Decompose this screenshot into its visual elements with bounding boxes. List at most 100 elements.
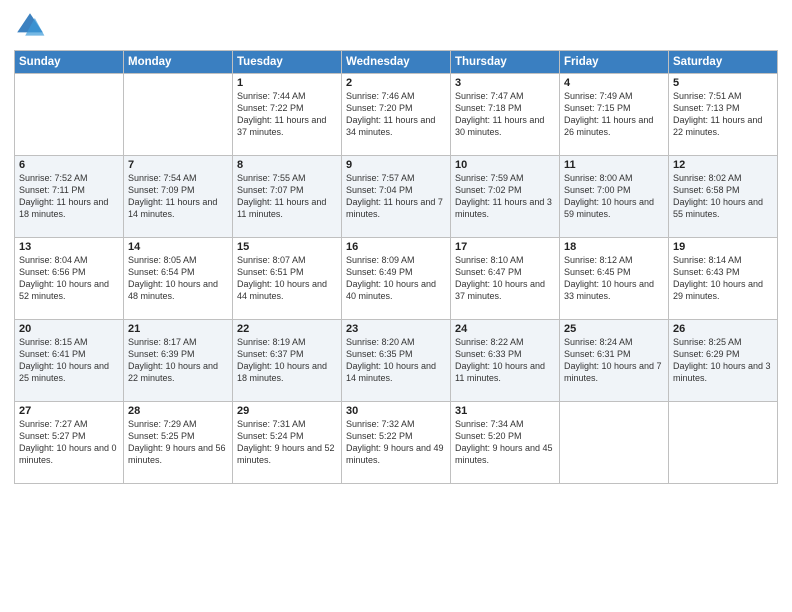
calendar-cell: 2Sunrise: 7:46 AMSunset: 7:20 PMDaylight…	[342, 74, 451, 156]
calendar-week-row: 27Sunrise: 7:27 AMSunset: 5:27 PMDayligh…	[15, 402, 778, 484]
calendar-cell: 4Sunrise: 7:49 AMSunset: 7:15 PMDaylight…	[560, 74, 669, 156]
calendar-cell: 18Sunrise: 8:12 AMSunset: 6:45 PMDayligh…	[560, 238, 669, 320]
calendar-header-row: SundayMondayTuesdayWednesdayThursdayFrid…	[15, 51, 778, 74]
calendar-cell: 21Sunrise: 8:17 AMSunset: 6:39 PMDayligh…	[124, 320, 233, 402]
day-info: Sunrise: 8:24 AMSunset: 6:31 PMDaylight:…	[564, 336, 664, 385]
day-info: Sunrise: 7:52 AMSunset: 7:11 PMDaylight:…	[19, 172, 119, 221]
calendar-cell: 3Sunrise: 7:47 AMSunset: 7:18 PMDaylight…	[451, 74, 560, 156]
calendar-cell: 5Sunrise: 7:51 AMSunset: 7:13 PMDaylight…	[669, 74, 778, 156]
weekday-header: Wednesday	[342, 51, 451, 74]
day-number: 24	[455, 323, 555, 335]
day-number: 6	[19, 159, 119, 171]
calendar-cell: 27Sunrise: 7:27 AMSunset: 5:27 PMDayligh…	[15, 402, 124, 484]
calendar-table: SundayMondayTuesdayWednesdayThursdayFrid…	[14, 50, 778, 484]
day-info: Sunrise: 8:25 AMSunset: 6:29 PMDaylight:…	[673, 336, 773, 385]
day-number: 20	[19, 323, 119, 335]
day-info: Sunrise: 7:32 AMSunset: 5:22 PMDaylight:…	[346, 418, 446, 467]
day-number: 18	[564, 241, 664, 253]
day-info: Sunrise: 7:29 AMSunset: 5:25 PMDaylight:…	[128, 418, 228, 467]
calendar-cell	[15, 74, 124, 156]
day-info: Sunrise: 7:31 AMSunset: 5:24 PMDaylight:…	[237, 418, 337, 467]
day-info: Sunrise: 8:07 AMSunset: 6:51 PMDaylight:…	[237, 254, 337, 303]
day-number: 30	[346, 405, 446, 417]
calendar-week-row: 20Sunrise: 8:15 AMSunset: 6:41 PMDayligh…	[15, 320, 778, 402]
day-number: 27	[19, 405, 119, 417]
calendar-cell	[124, 74, 233, 156]
day-number: 13	[19, 241, 119, 253]
calendar-cell: 23Sunrise: 8:20 AMSunset: 6:35 PMDayligh…	[342, 320, 451, 402]
day-info: Sunrise: 8:15 AMSunset: 6:41 PMDaylight:…	[19, 336, 119, 385]
weekday-header: Friday	[560, 51, 669, 74]
calendar-cell: 12Sunrise: 8:02 AMSunset: 6:58 PMDayligh…	[669, 156, 778, 238]
calendar-cell: 25Sunrise: 8:24 AMSunset: 6:31 PMDayligh…	[560, 320, 669, 402]
calendar-cell: 20Sunrise: 8:15 AMSunset: 6:41 PMDayligh…	[15, 320, 124, 402]
day-number: 10	[455, 159, 555, 171]
calendar-cell: 14Sunrise: 8:05 AMSunset: 6:54 PMDayligh…	[124, 238, 233, 320]
logo-icon	[14, 10, 46, 42]
weekday-header: Tuesday	[233, 51, 342, 74]
day-number: 19	[673, 241, 773, 253]
day-info: Sunrise: 8:22 AMSunset: 6:33 PMDaylight:…	[455, 336, 555, 385]
day-number: 28	[128, 405, 228, 417]
day-number: 3	[455, 77, 555, 89]
day-info: Sunrise: 7:57 AMSunset: 7:04 PMDaylight:…	[346, 172, 446, 221]
day-info: Sunrise: 8:04 AMSunset: 6:56 PMDaylight:…	[19, 254, 119, 303]
day-info: Sunrise: 8:20 AMSunset: 6:35 PMDaylight:…	[346, 336, 446, 385]
calendar-cell: 9Sunrise: 7:57 AMSunset: 7:04 PMDaylight…	[342, 156, 451, 238]
calendar-cell: 26Sunrise: 8:25 AMSunset: 6:29 PMDayligh…	[669, 320, 778, 402]
calendar-cell: 10Sunrise: 7:59 AMSunset: 7:02 PMDayligh…	[451, 156, 560, 238]
calendar-cell: 7Sunrise: 7:54 AMSunset: 7:09 PMDaylight…	[124, 156, 233, 238]
day-info: Sunrise: 7:46 AMSunset: 7:20 PMDaylight:…	[346, 90, 446, 139]
day-number: 25	[564, 323, 664, 335]
calendar-cell: 8Sunrise: 7:55 AMSunset: 7:07 PMDaylight…	[233, 156, 342, 238]
calendar-cell: 19Sunrise: 8:14 AMSunset: 6:43 PMDayligh…	[669, 238, 778, 320]
day-number: 16	[346, 241, 446, 253]
day-number: 21	[128, 323, 228, 335]
day-number: 9	[346, 159, 446, 171]
day-info: Sunrise: 7:44 AMSunset: 7:22 PMDaylight:…	[237, 90, 337, 139]
calendar-cell: 15Sunrise: 8:07 AMSunset: 6:51 PMDayligh…	[233, 238, 342, 320]
day-info: Sunrise: 8:12 AMSunset: 6:45 PMDaylight:…	[564, 254, 664, 303]
calendar-cell: 31Sunrise: 7:34 AMSunset: 5:20 PMDayligh…	[451, 402, 560, 484]
weekday-header: Sunday	[15, 51, 124, 74]
calendar-cell: 11Sunrise: 8:00 AMSunset: 7:00 PMDayligh…	[560, 156, 669, 238]
day-number: 1	[237, 77, 337, 89]
weekday-header: Thursday	[451, 51, 560, 74]
day-number: 4	[564, 77, 664, 89]
day-info: Sunrise: 7:47 AMSunset: 7:18 PMDaylight:…	[455, 90, 555, 139]
day-info: Sunrise: 7:59 AMSunset: 7:02 PMDaylight:…	[455, 172, 555, 221]
day-info: Sunrise: 8:05 AMSunset: 6:54 PMDaylight:…	[128, 254, 228, 303]
day-number: 17	[455, 241, 555, 253]
day-info: Sunrise: 8:00 AMSunset: 7:00 PMDaylight:…	[564, 172, 664, 221]
day-info: Sunrise: 8:02 AMSunset: 6:58 PMDaylight:…	[673, 172, 773, 221]
day-info: Sunrise: 8:19 AMSunset: 6:37 PMDaylight:…	[237, 336, 337, 385]
calendar-cell: 17Sunrise: 8:10 AMSunset: 6:47 PMDayligh…	[451, 238, 560, 320]
day-number: 29	[237, 405, 337, 417]
day-number: 26	[673, 323, 773, 335]
calendar-week-row: 13Sunrise: 8:04 AMSunset: 6:56 PMDayligh…	[15, 238, 778, 320]
day-number: 22	[237, 323, 337, 335]
day-number: 31	[455, 405, 555, 417]
calendar-cell: 28Sunrise: 7:29 AMSunset: 5:25 PMDayligh…	[124, 402, 233, 484]
calendar-week-row: 6Sunrise: 7:52 AMSunset: 7:11 PMDaylight…	[15, 156, 778, 238]
day-number: 12	[673, 159, 773, 171]
calendar-cell	[560, 402, 669, 484]
weekday-header: Monday	[124, 51, 233, 74]
day-info: Sunrise: 7:34 AMSunset: 5:20 PMDaylight:…	[455, 418, 555, 467]
day-info: Sunrise: 8:14 AMSunset: 6:43 PMDaylight:…	[673, 254, 773, 303]
calendar-week-row: 1Sunrise: 7:44 AMSunset: 7:22 PMDaylight…	[15, 74, 778, 156]
day-number: 15	[237, 241, 337, 253]
header	[14, 10, 778, 42]
calendar-cell: 16Sunrise: 8:09 AMSunset: 6:49 PMDayligh…	[342, 238, 451, 320]
calendar-cell: 22Sunrise: 8:19 AMSunset: 6:37 PMDayligh…	[233, 320, 342, 402]
day-info: Sunrise: 8:17 AMSunset: 6:39 PMDaylight:…	[128, 336, 228, 385]
day-info: Sunrise: 7:55 AMSunset: 7:07 PMDaylight:…	[237, 172, 337, 221]
day-info: Sunrise: 8:10 AMSunset: 6:47 PMDaylight:…	[455, 254, 555, 303]
page: SundayMondayTuesdayWednesdayThursdayFrid…	[0, 0, 792, 612]
day-number: 7	[128, 159, 228, 171]
day-info: Sunrise: 8:09 AMSunset: 6:49 PMDaylight:…	[346, 254, 446, 303]
calendar-cell: 29Sunrise: 7:31 AMSunset: 5:24 PMDayligh…	[233, 402, 342, 484]
calendar-cell: 1Sunrise: 7:44 AMSunset: 7:22 PMDaylight…	[233, 74, 342, 156]
day-number: 5	[673, 77, 773, 89]
day-info: Sunrise: 7:27 AMSunset: 5:27 PMDaylight:…	[19, 418, 119, 467]
